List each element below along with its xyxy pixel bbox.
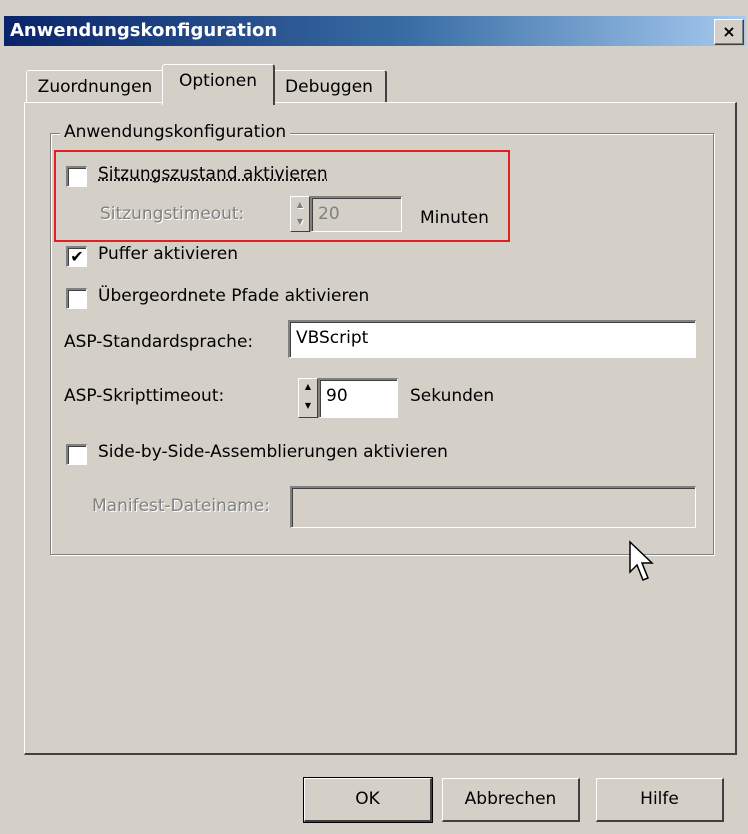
close-button[interactable]: × bbox=[714, 19, 744, 45]
spin-up-icon[interactable]: ▲ bbox=[291, 197, 309, 214]
spin-down-icon[interactable]: ▼ bbox=[291, 214, 309, 231]
window-title: Anwendungskonfiguration bbox=[10, 20, 278, 41]
buffer-checkbox[interactable]: ✔ bbox=[66, 246, 87, 267]
title-bar: Anwendungskonfiguration × bbox=[0, 0, 748, 46]
asp-language-label: ASP-Standardsprache: bbox=[64, 332, 254, 352]
buffer-label[interactable]: Puffer aktivieren bbox=[98, 244, 238, 264]
cancel-button[interactable]: Abbrechen bbox=[442, 778, 580, 822]
tab-label: Optionen bbox=[179, 71, 257, 91]
session-timeout-spinner[interactable]: ▲ ▼ bbox=[290, 196, 310, 232]
checkmark-icon: ✔ bbox=[70, 247, 84, 266]
help-button[interactable]: Hilfe bbox=[596, 778, 724, 822]
close-icon: × bbox=[722, 22, 736, 41]
parent-paths-checkbox[interactable] bbox=[66, 288, 87, 309]
side-by-side-label[interactable]: Side-by-Side-Assemblierungen aktivieren bbox=[98, 442, 448, 462]
manifest-label: Manifest-Dateiname: bbox=[92, 496, 270, 516]
spin-down-icon[interactable]: ▼ bbox=[299, 398, 317, 417]
asp-timeout-input[interactable]: 90 bbox=[318, 378, 398, 418]
title-bar-caption[interactable]: Anwendungskonfiguration × bbox=[4, 16, 746, 46]
session-state-label[interactable]: Sitzungszustand aktivieren bbox=[98, 164, 328, 184]
asp-timeout-spinner[interactable]: ▲ ▼ bbox=[298, 378, 318, 418]
session-timeout-field: 20 bbox=[310, 196, 402, 232]
asp-timeout-unit: Sekunden bbox=[410, 386, 495, 406]
tab-optionen[interactable]: Optionen bbox=[162, 64, 275, 105]
ok-button[interactable]: OK bbox=[303, 777, 433, 823]
manifest-input bbox=[290, 486, 696, 528]
session-timeout-unit: Minuten bbox=[420, 208, 489, 228]
asp-language-input[interactable]: VBScript bbox=[288, 320, 696, 358]
tab-zuordnungen[interactable]: Zuordnungen bbox=[26, 70, 165, 103]
side-by-side-checkbox[interactable] bbox=[66, 444, 87, 465]
session-state-checkbox[interactable] bbox=[66, 166, 87, 187]
group-title: Anwendungskonfiguration bbox=[60, 122, 291, 142]
session-timeout-label: Sitzungstimeout: bbox=[100, 204, 245, 224]
parent-paths-label[interactable]: Übergeordnete Pfade aktivieren bbox=[98, 286, 369, 306]
tab-label: Zuordnungen bbox=[37, 77, 153, 97]
tab-label: Debuggen bbox=[285, 77, 373, 97]
spin-up-icon[interactable]: ▲ bbox=[299, 379, 317, 398]
tab-debuggen[interactable]: Debuggen bbox=[272, 70, 387, 103]
mouse-cursor-icon bbox=[629, 540, 654, 581]
asp-timeout-label: ASP-Skripttimeout: bbox=[64, 386, 225, 406]
